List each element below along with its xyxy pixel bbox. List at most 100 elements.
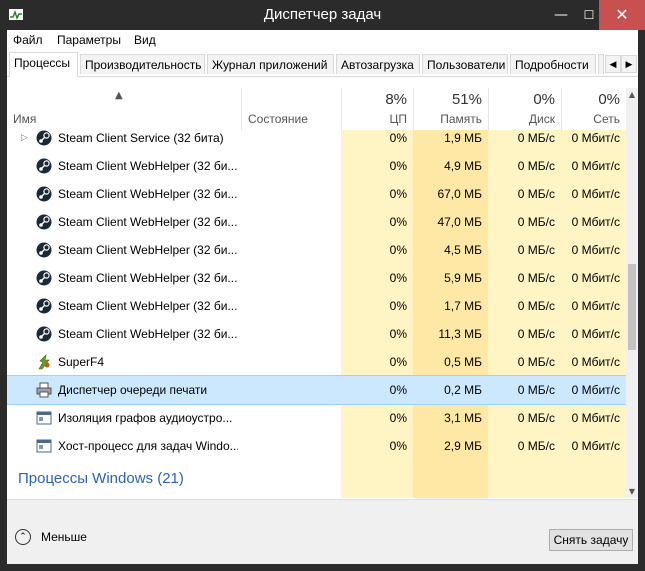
group-header-windows-processes[interactable]: Процессы Windows (21) [7, 462, 626, 496]
table-row[interactable]: ▷ Steam Client Service (32 бита) 0% 1,9 МБ 0… [7, 130, 626, 152]
cpu-value: 0% [389, 187, 407, 201]
scroll-down-icon[interactable]: ▼ [626, 487, 638, 496]
column-name-label: Имя [13, 112, 37, 126]
disk-value: 0 МБ/с [517, 131, 555, 145]
client-area: Файл Параметры Вид Процессы Производител… [7, 30, 638, 564]
tab-processes[interactable]: Процессы [9, 52, 78, 77]
sort-up-icon: ▲ [115, 90, 123, 101]
table-row[interactable]: Диспетчер очереди печати 0% 0,2 МБ 0 МБ/с 0 … [7, 375, 626, 405]
network-value: 0 Мбит/с [571, 131, 620, 145]
scrollbar-thumb[interactable] [628, 264, 636, 350]
column-name[interactable]: ▲ Имя [7, 88, 241, 130]
steam-icon [36, 158, 52, 174]
service-window-icon [36, 438, 52, 454]
memory-value: 3,1 МБ [444, 411, 482, 425]
disk-value: 0 МБ/с [517, 243, 555, 257]
process-name: Steam Client WebHelper (32 би... [58, 327, 238, 341]
column-cpu[interactable]: 8% ЦП [341, 88, 413, 130]
tab-details[interactable]: Подробности [510, 54, 596, 74]
memory-value: 4,9 МБ [444, 159, 482, 173]
disk-value: 0 МБ/с [517, 299, 555, 313]
close-button[interactable]: ✕ [599, 0, 645, 30]
process-name: SuperF4 [58, 355, 105, 369]
table-row[interactable]: Steam Client WebHelper (32 би... 0% 67,0 М… [7, 180, 626, 208]
column-network[interactable]: 0% Сеть [561, 88, 626, 130]
disk-value: 0 МБ/с [517, 411, 555, 425]
memory-value: 1,7 МБ [444, 299, 482, 313]
steam-icon [36, 214, 52, 230]
column-status[interactable]: Состояние [241, 88, 341, 130]
steam-icon [36, 130, 52, 146]
cpu-value: 0% [389, 383, 407, 397]
tab-performance[interactable]: Производительность [80, 54, 205, 74]
cpu-value: 0% [389, 439, 407, 453]
cpu-value: 0% [389, 243, 407, 257]
column-memory[interactable]: 51% Память [413, 88, 488, 130]
memory-value: 4,5 МБ [444, 243, 482, 257]
memory-value: 1,9 МБ [444, 131, 482, 145]
cpu-value: 0% [389, 215, 407, 229]
expand-arrow-icon[interactable]: ▷ [21, 130, 28, 152]
tab-scroll-left-button[interactable]: ◀ [605, 55, 621, 73]
fewer-details-label: Меньше [41, 530, 87, 544]
superf4-icon [36, 354, 52, 370]
memory-total-percent: 51% [451, 91, 482, 108]
menu-options[interactable]: Параметры [57, 33, 121, 47]
table-row[interactable]: Изоляция графов аудиоустро... 0% 3,1 МБ 0 М… [7, 404, 626, 432]
cpu-value: 0% [389, 355, 407, 369]
cpu-value: 0% [389, 411, 407, 425]
column-cpu-label: ЦП [389, 112, 407, 126]
scroll-up-icon[interactable]: ▲ [626, 90, 638, 99]
table-row[interactable]: Steam Client WebHelper (32 би... 0% 47,0 М… [7, 208, 626, 236]
cpu-value: 0% [389, 299, 407, 313]
tab-services[interactable] [598, 54, 604, 74]
tab-users[interactable]: Пользователи [422, 54, 508, 74]
chevron-up-icon: ⌃ [15, 529, 31, 545]
steam-icon [36, 270, 52, 286]
footer-bar: ⌃ Меньше Снять задачу [7, 499, 638, 564]
process-name: Steam Client WebHelper (32 би... [58, 215, 238, 229]
disk-total-percent: 0% [533, 91, 555, 108]
title-bar[interactable]: Диспетчер задач — ☐ ✕ [0, 0, 645, 30]
table-row[interactable]: SuperF4 0% 0,5 МБ 0 МБ/с 0 Мбит/с [7, 348, 626, 376]
column-header: ▲ Имя Состояние 8% ЦП 51% Память 0% Диск… [7, 88, 626, 130]
network-value: 0 Мбит/с [571, 411, 620, 425]
steam-icon [36, 298, 52, 314]
tab-scroll-right-button[interactable]: ▶ [621, 55, 637, 73]
disk-value: 0 МБ/с [517, 159, 555, 173]
disk-value: 0 МБ/с [517, 383, 555, 397]
group-header-label: Процессы Windows (21) [18, 470, 184, 487]
process-name: Steam Client WebHelper (32 би... [58, 299, 238, 313]
steam-icon [36, 242, 52, 258]
menu-file[interactable]: Файл [13, 33, 43, 47]
disk-value: 0 МБ/с [517, 187, 555, 201]
memory-value: 11,3 МБ [438, 327, 482, 341]
tab-startup[interactable]: Автозагрузка [336, 54, 420, 74]
table-row[interactable]: Steam Client WebHelper (32 би... 0% 5,9 МБ… [7, 264, 626, 292]
memory-value: 5,9 МБ [444, 271, 482, 285]
table-row[interactable]: Steam Client WebHelper (32 би... 0% 1,7 МБ… [7, 292, 626, 320]
menu-view[interactable]: Вид [134, 33, 156, 47]
table-row[interactable]: Steam Client WebHelper (32 би... 0% 4,9 МБ… [7, 152, 626, 180]
tab-app-history[interactable]: Журнал приложений [207, 54, 334, 74]
disk-value: 0 МБ/с [517, 215, 555, 229]
cpu-value: 0% [389, 271, 407, 285]
table-row[interactable]: Steam Client WebHelper (32 би... 0% 11,3 М… [7, 320, 626, 348]
cpu-value: 0% [389, 131, 407, 145]
column-disk[interactable]: 0% Диск [488, 88, 561, 130]
menu-bar: Файл Параметры Вид [7, 30, 638, 50]
process-name: Steam Client WebHelper (32 би... [58, 243, 238, 257]
end-task-button[interactable]: Снять задачу [549, 529, 633, 551]
process-name: Изоляция графов аудиоустро... [58, 411, 233, 425]
table-row[interactable]: Steam Client WebHelper (32 би... 0% 4,5 МБ… [7, 236, 626, 264]
process-name: Steam Client WebHelper (32 би... [58, 271, 238, 285]
memory-value: 2,9 МБ [444, 439, 482, 453]
network-value: 0 Мбит/с [571, 439, 620, 453]
vertical-scrollbar[interactable]: ▲ ▼ [626, 88, 638, 498]
process-name: Steam Client WebHelper (32 би... [58, 187, 238, 201]
process-name: Диспетчер очереди печати [58, 383, 208, 397]
table-row[interactable]: Хост-процесс для задач Windo... 0% 2,9 МБ 0… [7, 432, 626, 460]
minimize-button[interactable]: — [546, 0, 576, 30]
network-value: 0 Мбит/с [571, 243, 620, 257]
memory-value: 47,0 МБ [437, 215, 482, 229]
